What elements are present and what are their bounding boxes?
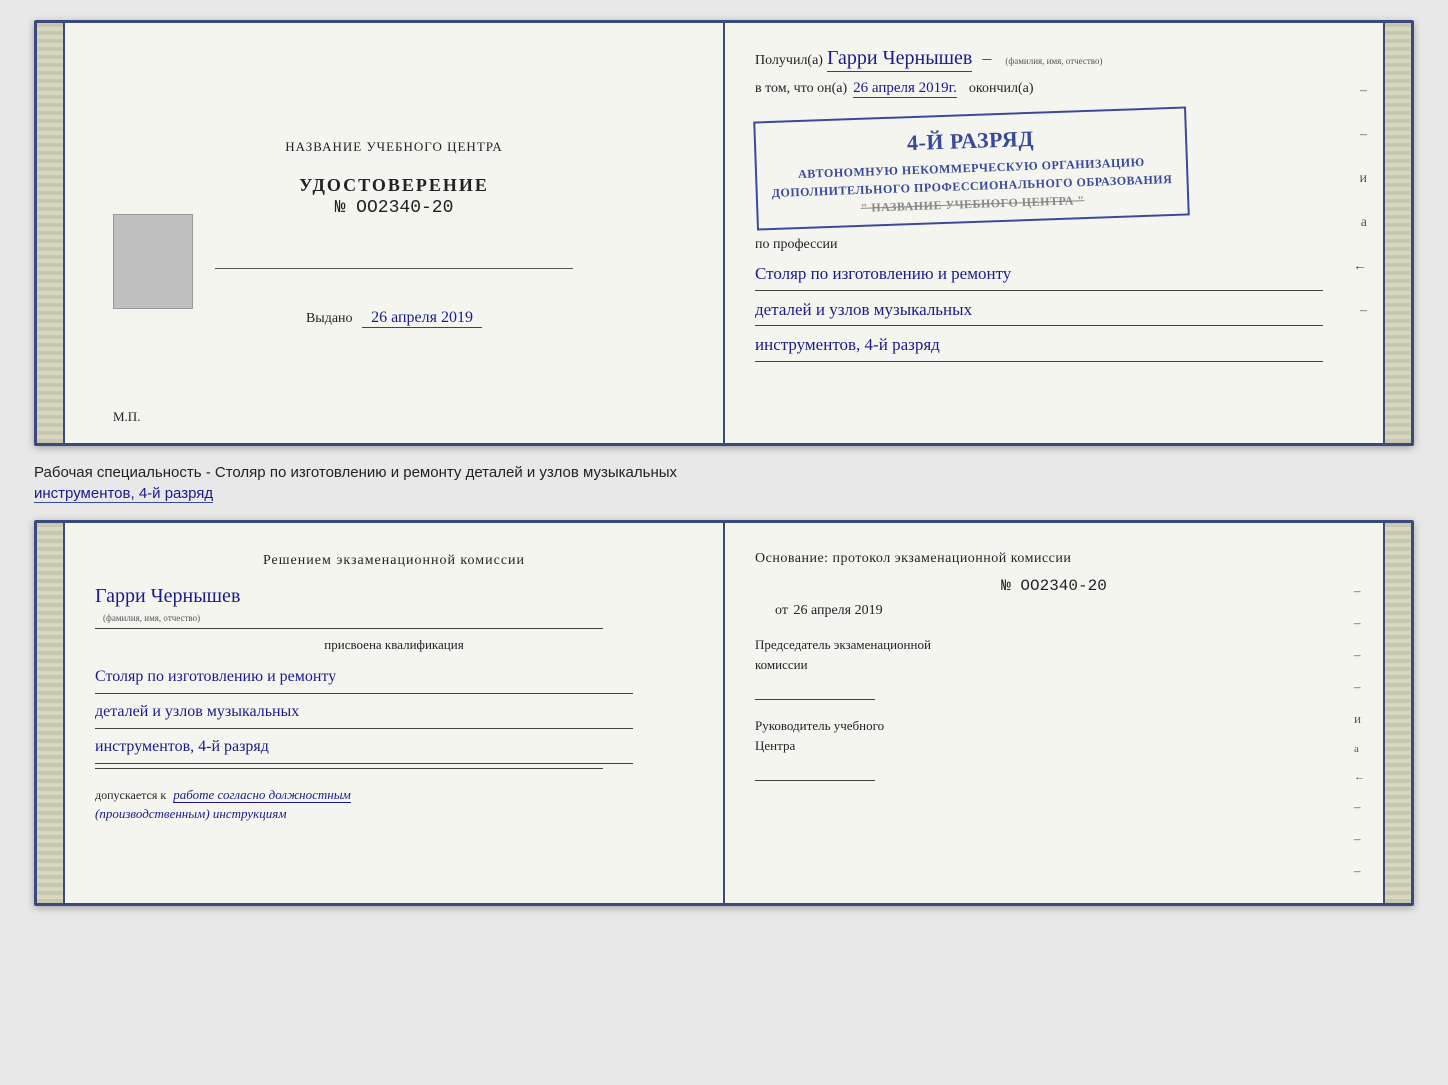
допускается-text: работе согласно должностным	[173, 787, 351, 803]
chairman-signature-line	[755, 678, 875, 700]
caption-text-underlined: инструментов, 4-й разряд	[34, 485, 213, 503]
bottom-left-page: Решением экзаменационной комиссии Гарри …	[65, 523, 725, 903]
chairman-block: Председатель экзаменационной комиссии	[755, 635, 1353, 700]
bottom-spine-left	[37, 523, 65, 903]
org-name-left: НАЗВАНИЕ УЧЕБНОГО ЦЕНТРА	[95, 139, 693, 155]
prof-line-2: деталей и узлов музыкальных	[755, 295, 1323, 327]
допускается-label: допускается к	[95, 788, 166, 802]
received-label: Получил(а)	[755, 53, 823, 69]
section-title: Решением экзаменационной комиссии	[95, 551, 693, 571]
bottom-spine-right	[1383, 523, 1411, 903]
issued-line: Выдано 26 апреля 2019	[95, 309, 693, 328]
bottom-qual-1: Столяр по изготовлению и ремонту	[95, 661, 633, 694]
dash-top: –	[982, 48, 991, 69]
in-that-label: в том, что он(а)	[755, 81, 847, 97]
protocol-date-value: 26 апреля 2019	[793, 603, 882, 618]
protocol-number: № OO2340-20	[755, 577, 1353, 595]
bottom-document-spread: Решением экзаменационной комиссии Гарри …	[34, 520, 1414, 906]
caption-block: Рабочая специальность - Столяр по изгото…	[34, 462, 1414, 504]
prof-line-3: инструментов, 4-й разряд	[755, 330, 1323, 362]
profession-lines: Столяр по изготовлению и ремонту деталей…	[755, 259, 1353, 362]
completion-date: 26 апреля 2019г.	[853, 80, 957, 98]
допускается-block: допускается к работе согласно должностны…	[95, 785, 693, 824]
bottom-qual-3: инструментов, 4-й разряд	[95, 731, 633, 764]
caption-text-main: Рабочая специальность - Столяр по изгото…	[34, 464, 677, 481]
date-prefix: от	[775, 603, 788, 618]
bottom-qual-2: деталей и узлов музыкальных	[95, 696, 633, 729]
name-sublabel: (фамилия, имя, отчество)	[1005, 56, 1102, 66]
bottom-name-handwritten: Гарри Чернышев	[95, 585, 693, 608]
received-line: Получил(а) Гарри Чернышев – (фамилия, им…	[755, 47, 1353, 72]
prof-line-1: Столяр по изготовлению и ремонту	[755, 259, 1323, 291]
profession-label: по профессии	[755, 237, 1353, 253]
assigned-label: присвоена квалификация	[95, 637, 693, 653]
cert-title-block: УДОСТОВЕРЕНИЕ № OO2340-20	[95, 175, 693, 218]
osnov-line: Основание: протокол экзаменационной коми…	[755, 551, 1353, 567]
director-label: Руководитель учебного Центра	[755, 716, 1353, 755]
in-that-line: в том, что он(а) 26 апреля 2019г. окончи…	[755, 80, 1353, 98]
issued-date: 26 апреля 2019	[362, 309, 482, 328]
top-document-spread: НАЗВАНИЕ УЧЕБНОГО ЦЕНТРА УДОСТОВЕРЕНИЕ №…	[34, 20, 1414, 446]
spine-left	[37, 23, 65, 443]
top-left-page: НАЗВАНИЕ УЧЕБНОГО ЦЕНТРА УДОСТОВЕРЕНИЕ №…	[65, 23, 725, 443]
photo-placeholder	[113, 214, 193, 309]
right-edge-dashes: – – и а ← –	[1353, 83, 1367, 319]
top-right-page: Получил(а) Гарри Чернышев – (фамилия, им…	[725, 23, 1383, 443]
name-underline	[95, 628, 603, 629]
recipient-name: Гарри Чернышев	[827, 47, 972, 72]
bottom-name-sublabel: (фамилия, имя, отчество)	[103, 613, 200, 623]
mp-label: М.П.	[113, 409, 140, 425]
bottom-right-page: Основание: протокол экзаменационной коми…	[725, 523, 1383, 903]
director-block: Руководитель учебного Центра	[755, 716, 1353, 781]
cert-title: УДОСТОВЕРЕНИЕ	[95, 175, 693, 196]
finished-label: окончил(а)	[969, 81, 1034, 97]
stamp-block: 4-й разряд АВТОНОМНУЮ НЕКОММЕРЧЕСКУЮ ОРГ…	[753, 106, 1189, 230]
issued-label: Выдано	[306, 311, 353, 326]
protocol-date: от 26 апреля 2019	[775, 603, 1353, 619]
spine-right	[1383, 23, 1411, 443]
name-block-bottom: Гарри Чернышев (фамилия, имя, отчество)	[95, 585, 693, 629]
bottom-qual-lines: Столяр по изготовлению и ремонту деталей…	[95, 661, 693, 764]
bottom-right-dashes: – – – – и а ← – – – –	[1354, 583, 1365, 906]
допускается-text2: (производственным) инструкциям	[95, 806, 287, 821]
director-signature-line	[755, 759, 875, 781]
chairman-label: Председатель экзаменационной комиссии	[755, 635, 1353, 674]
